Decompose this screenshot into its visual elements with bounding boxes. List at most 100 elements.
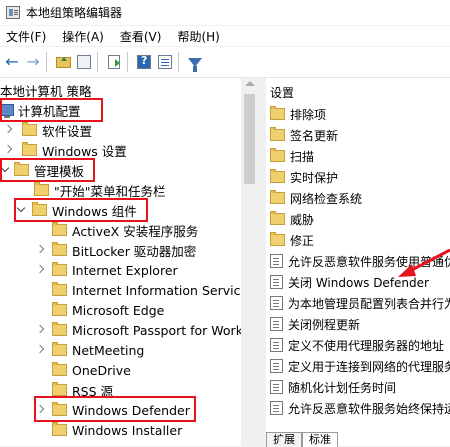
toolbar-separator	[97, 52, 98, 72]
folder-icon	[22, 142, 37, 156]
list-item-folder[interactable]: 实时保护	[270, 167, 338, 187]
tree-item-label: BitLocker 驱动器加密	[72, 243, 197, 259]
tree-item-label: "开始"菜单和任务栏	[54, 183, 166, 199]
pane-splitter[interactable]	[258, 78, 266, 446]
tree-item-netmeeting[interactable]: NetMeeting	[34, 340, 144, 360]
properties-button[interactable]	[156, 53, 174, 71]
folder-icon	[270, 169, 285, 183]
tree-item-label: Windows 设置	[42, 143, 127, 159]
tree-item-label: 软件设置	[42, 123, 93, 139]
up-one-level-button[interactable]	[54, 53, 72, 71]
tree-item-internet-explorer[interactable]: Internet Explorer	[34, 260, 178, 280]
highlight-box-admin-templates	[0, 158, 95, 182]
policy-setting-icon	[270, 296, 283, 310]
tree-item-windows-settings[interactable]: Windows 设置	[2, 140, 127, 160]
menu-file[interactable]: 文件(F)	[6, 28, 46, 45]
list-item-folder[interactable]: 网络检查系统	[270, 188, 362, 208]
list-item-folder[interactable]: 威胁	[270, 209, 314, 229]
highlight-box-windows-components	[14, 198, 148, 222]
tree-item-start-menu[interactable]: "开始"菜单和任务栏	[34, 180, 166, 200]
folder-icon	[270, 211, 285, 225]
folder-icon	[270, 190, 285, 204]
folder-icon	[34, 182, 49, 196]
list-item-label: 排除项	[290, 107, 327, 122]
tree-item-microsoft-edge[interactable]: Microsoft Edge	[52, 300, 164, 320]
toolbar-separator	[178, 52, 179, 72]
tree-item-label: ActiveX 安装程序服务	[72, 223, 199, 239]
expand-chevron-icon[interactable]	[34, 344, 46, 356]
list-item-label: 签名更新	[290, 128, 339, 143]
folder-icon	[52, 362, 67, 376]
menu-view[interactable]: 查看(V)	[120, 28, 162, 45]
expand-chevron-icon[interactable]	[34, 324, 46, 336]
tree-item-windows-installer[interactable]: Windows Installer	[52, 420, 182, 440]
policy-setting-icon	[270, 380, 283, 394]
list-item-label: 定义用于连接到网络的代理服务	[288, 359, 450, 374]
settings-column-header[interactable]: 设置	[270, 84, 294, 101]
console-tree[interactable]: 本地计算机 策略 计算机配置 软件设置 Windows 设置 管理模板 "开始"…	[0, 78, 258, 446]
folder-icon	[270, 106, 285, 120]
forward-arrow-icon: →	[26, 52, 40, 71]
export-list-button[interactable]	[105, 53, 123, 71]
forward-button[interactable]: →	[24, 53, 42, 71]
folder-icon	[22, 122, 37, 136]
policy-setting-icon	[270, 338, 283, 352]
list-item-setting[interactable]: 定义不使用代理服务器的地址	[270, 335, 444, 355]
tree-item-label: Internet Information Services	[72, 282, 255, 298]
list-item-setting[interactable]: 允许反恶意软件服务始终保持运行	[270, 398, 450, 418]
scroll-up-arrow-icon[interactable]	[245, 81, 255, 86]
show-hide-tree-button[interactable]	[75, 53, 93, 71]
tree-item-label: Internet Explorer	[72, 262, 178, 278]
expand-chevron-icon[interactable]	[2, 144, 14, 156]
window-title: 本地组策略编辑器	[26, 6, 123, 20]
tab-extended[interactable]: 扩展	[266, 432, 302, 447]
toolbar-separator	[46, 52, 47, 72]
back-button[interactable]: ←	[3, 53, 21, 71]
list-item-setting[interactable]: 定义用于连接到网络的代理服务	[270, 356, 450, 376]
list-item-setting[interactable]: 为本地管理员配置列表合并行为	[270, 293, 450, 313]
menu-action[interactable]: 操作(A)	[62, 28, 104, 45]
list-item-setting[interactable]: 随机化计划任务时间	[270, 377, 396, 397]
tree-item-software-settings[interactable]: 软件设置	[2, 120, 92, 140]
help-button[interactable]	[135, 53, 153, 71]
expand-chevron-icon[interactable]	[34, 264, 46, 276]
tree-item-bitlocker[interactable]: BitLocker 驱动器加密	[34, 240, 196, 260]
show-hide-tree-icon	[77, 55, 91, 69]
menu-help[interactable]: 帮助(H)	[177, 28, 219, 45]
folder-up-icon	[55, 56, 71, 68]
expand-chevron-icon[interactable]	[2, 124, 14, 136]
folder-icon	[52, 342, 67, 356]
scrollbar-thumb[interactable]	[244, 94, 255, 184]
policy-setting-icon	[270, 317, 283, 331]
tree-item-microsoft-passport[interactable]: Microsoft Passport for Work	[34, 320, 243, 340]
list-item-label: 关闭例程更新	[288, 317, 361, 332]
expand-chevron-icon[interactable]	[34, 244, 46, 256]
toolbar-separator	[127, 52, 128, 72]
tree-item-activex[interactable]: ActiveX 安装程序服务	[52, 220, 198, 240]
list-item-folder[interactable]: 扫描	[270, 146, 314, 166]
highlight-box-computer-config	[0, 98, 103, 122]
list-item-folder[interactable]: 签名更新	[270, 125, 338, 145]
tab-standard[interactable]: 标准	[302, 432, 338, 447]
list-item-setting[interactable]: 关闭例程更新	[270, 314, 360, 334]
highlight-box-windows-defender	[34, 396, 196, 422]
tree-root-label: 本地计算机 策略	[0, 83, 92, 99]
tree-item-label: OneDrive	[72, 362, 131, 378]
list-item-label: 实时保护	[290, 170, 339, 185]
filter-icon	[188, 57, 202, 72]
tree-item-label: NetMeeting	[72, 342, 145, 358]
tree-vertical-scrollbar[interactable]	[241, 78, 258, 446]
folder-icon	[52, 282, 67, 296]
tree-item-onedrive[interactable]: OneDrive	[52, 360, 131, 380]
folder-icon	[52, 322, 67, 336]
tree-item-iis[interactable]: Internet Information Services	[52, 280, 255, 300]
list-item-label: 允许反恶意软件服务始终保持运行	[288, 401, 450, 416]
policy-setting-icon	[270, 401, 283, 415]
list-item-label: 为本地管理员配置列表合并行为	[288, 296, 450, 311]
folder-icon	[52, 422, 67, 436]
tree-item-label: Windows Installer	[72, 422, 183, 438]
list-item-folder[interactable]: 排除项	[270, 104, 326, 124]
title-bar: 本地组策略编辑器	[0, 0, 450, 25]
filter-button[interactable]	[186, 53, 204, 72]
tree-root[interactable]: 本地计算机 策略	[0, 80, 91, 100]
